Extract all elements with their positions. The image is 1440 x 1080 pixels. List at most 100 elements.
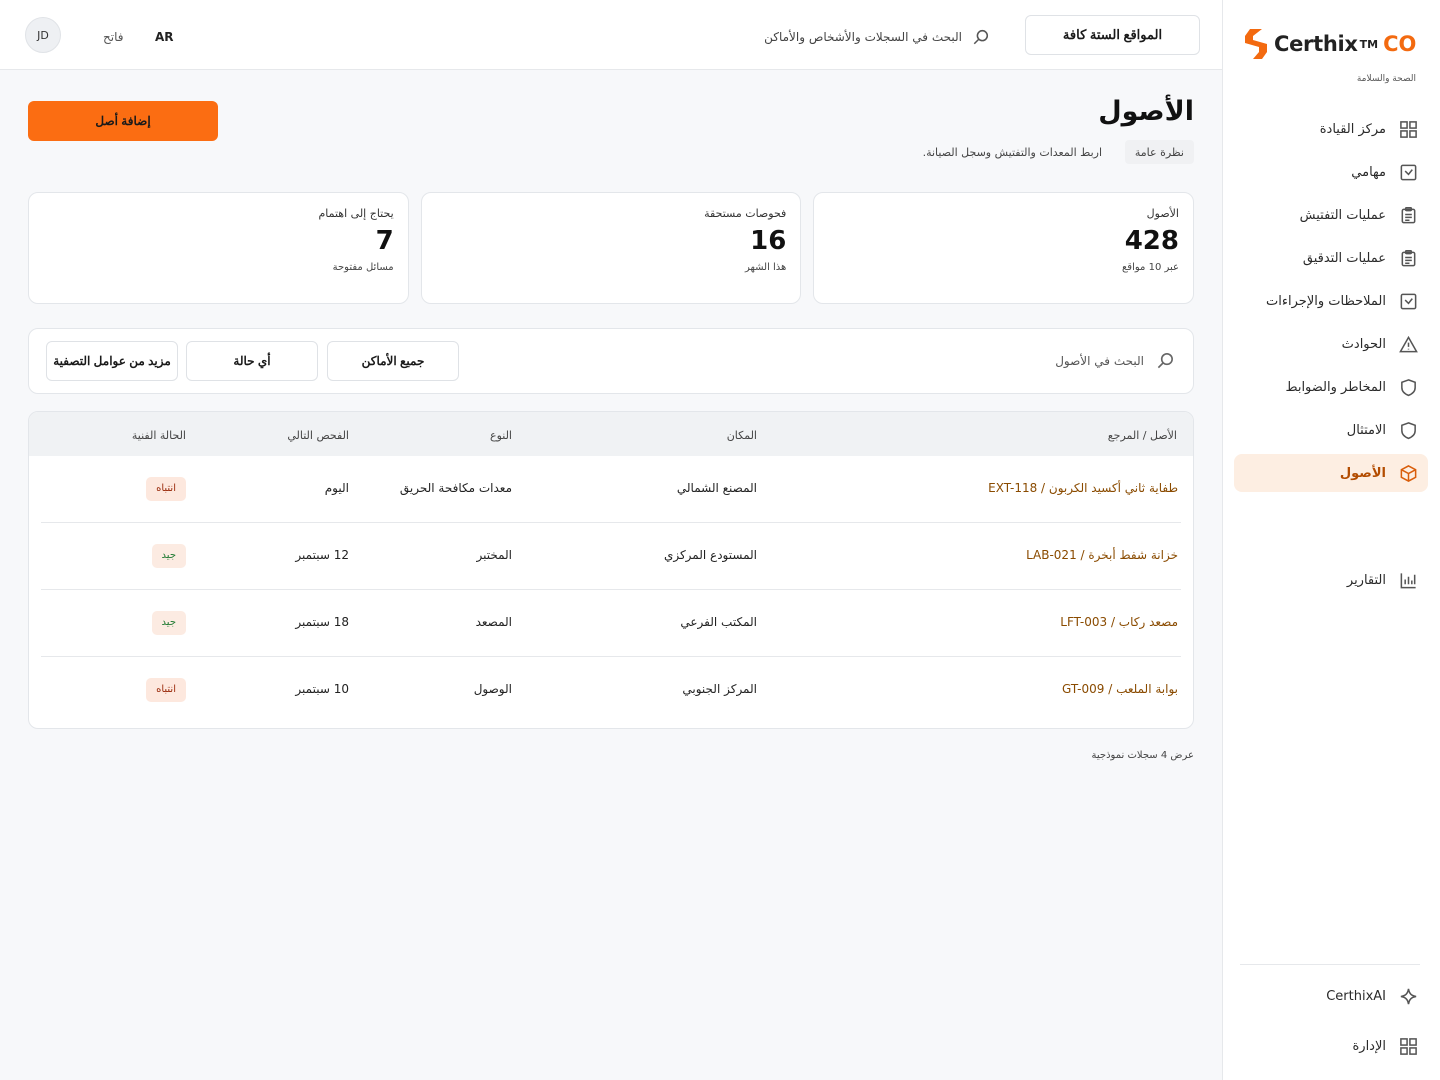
search-icon <box>973 29 989 45</box>
grid-icon <box>1398 119 1418 139</box>
sidebar-item-label: التقارير <box>1346 572 1386 588</box>
shield-icon <box>1398 420 1418 440</box>
brand-logo[interactable]: Certhix TM CO <box>1242 24 1418 64</box>
sidebar-item-label: الملاحظات والإجراءات <box>1266 293 1386 309</box>
sidebar-item-label: الإدارة <box>1352 1038 1386 1054</box>
table-header: الأصل / المرجع المكان النوع الفحص التالي… <box>29 412 1193 456</box>
column-header-place[interactable]: المكان <box>727 429 757 442</box>
brand-trademark: TM <box>1359 37 1379 51</box>
more-filters-button[interactable]: مزيد من عوامل التصفية <box>46 341 178 381</box>
asset-place: المكتب الفرعي <box>680 615 757 629</box>
all-places-filter[interactable]: جميع الأماكن <box>327 341 459 381</box>
sidebar-item-label: الامتثال <box>1346 422 1386 438</box>
avatar[interactable]: JD <box>25 17 61 53</box>
assets-table: الأصل / المرجع المكان النوع الفحص التالي… <box>28 411 1194 729</box>
sidebar-item-label: مركز القيادة <box>1319 121 1386 137</box>
sidebar-item-label: عمليات التفتيش <box>1299 207 1386 223</box>
sidebar-item-compliance[interactable]: الامتثال <box>1234 411 1428 449</box>
search-icon <box>1157 353 1173 369</box>
asset-link[interactable]: مصعد ركاب / LFT-003 <box>1060 615 1178 629</box>
asset-place: المصنع الشمالي <box>676 481 757 495</box>
asset-type: الوصول <box>473 682 512 696</box>
global-search[interactable]: البحث في السجلات والأشخاص والأماكن <box>760 22 990 52</box>
stat-label: يحتاج إلى اهتمام <box>318 207 394 220</box>
asset-search-input[interactable]: البحث في الأصول <box>1055 351 1175 370</box>
status-badge: جيد <box>151 611 186 635</box>
stat-card-due-checks: فحوصات مستحقة 16 هذا الشهر <box>420 192 802 304</box>
clipboard-icon <box>1398 248 1418 268</box>
status-badge: انتباه <box>146 477 186 501</box>
theme-toggle[interactable]: فاتح <box>103 30 123 44</box>
column-header-type[interactable]: النوع <box>490 429 512 442</box>
sidebar-item-command-center[interactable]: مركز القيادة <box>1234 110 1428 148</box>
sidebar-item-incidents[interactable]: الحوادث <box>1234 325 1428 363</box>
table-row[interactable]: طفاية ثاني أكسيد الكربون / EXT-118 المصن… <box>41 456 1181 523</box>
warning-icon <box>1398 334 1418 354</box>
filter-bar: البحث في الأصول جميع الأماكن أي حالة مزي… <box>28 328 1194 394</box>
stat-note: عبر 10 مواقع <box>1121 262 1179 273</box>
asset-next-check: 10 سبتمبر <box>295 682 349 696</box>
records-count-note: عرض 4 سجلات نموذجية <box>1091 750 1194 761</box>
any-status-filter[interactable]: أي حالة <box>186 341 318 381</box>
bar-chart-icon <box>1398 570 1418 590</box>
brand-tagline: الصحة والسلامة <box>1356 74 1416 84</box>
sidebar-item-label: المخاطر والضوابط <box>1285 379 1386 395</box>
column-header-status[interactable]: الحالة الفنية <box>132 429 186 442</box>
sidebar-item-risks[interactable]: المخاطر والضوابط <box>1234 368 1428 406</box>
asset-search-placeholder: البحث في الأصول <box>1055 353 1144 368</box>
all-sites-button[interactable]: المواقع الستة كافة <box>1025 15 1200 55</box>
sidebar-item-admin[interactable]: الإدارة <box>1240 1027 1420 1065</box>
sidebar-bottom: CerthixAI الإدارة <box>1240 964 1420 1069</box>
sidebar-item-label: مهامي <box>1351 164 1386 180</box>
global-search-placeholder: البحث في السجلات والأشخاص والأماكن <box>764 30 962 44</box>
shield-icon <box>1398 377 1418 397</box>
sidebar: Certhix TM CO الصحة والسلامة مركز القياد… <box>1222 0 1440 1080</box>
page-title: الأصول <box>1098 96 1194 127</box>
asset-next-check: اليوم <box>324 481 349 495</box>
asset-link[interactable]: بوابة الملعب / GT-009 <box>1062 682 1178 696</box>
status-cell: جيد <box>151 544 186 568</box>
brand-suffix: CO <box>1383 32 1417 56</box>
stats-row: الأصول 428 عبر 10 مواقع فحوصات مستحقة 16… <box>27 192 1194 304</box>
language-toggle[interactable]: AR <box>155 30 174 44</box>
sidebar-item-reports[interactable]: التقارير <box>1234 561 1428 599</box>
sidebar-item-inspections[interactable]: عمليات التفتيش <box>1234 196 1428 234</box>
topbar: المواقع الستة كافة البحث في السجلات والأ… <box>0 0 1222 70</box>
cube-icon <box>1398 463 1418 483</box>
page-subtitle: اربط المعدات والتفتيش وسجل الصيانة. <box>922 146 1102 159</box>
asset-type: معدات مكافحة الحريق <box>399 481 512 495</box>
certhix-logo-icon <box>1245 29 1267 59</box>
asset-place: المركز الجنوبي <box>682 682 757 696</box>
stat-card-attention: يحتاج إلى اهتمام 7 مسائل مفتوحة <box>27 192 409 304</box>
sidebar-spacer <box>1234 497 1428 561</box>
asset-link[interactable]: طفاية ثاني أكسيد الكربون / EXT-118 <box>988 481 1178 495</box>
sidebar-nav: مركز القيادة مهامي عمليات التفتيش عمليات… <box>1234 110 1428 604</box>
status-cell: انتباه <box>146 678 186 702</box>
column-header-next-check[interactable]: الفحص التالي <box>287 429 349 442</box>
sidebar-item-observations[interactable]: الملاحظات والإجراءات <box>1234 282 1428 320</box>
status-badge: جيد <box>151 544 186 568</box>
sidebar-item-label: CerthixAI <box>1326 988 1386 1004</box>
checkbox-icon <box>1398 291 1418 311</box>
sidebar-item-assets[interactable]: الأصول <box>1234 454 1428 492</box>
sidebar-item-audits[interactable]: عمليات التدقيق <box>1234 239 1428 277</box>
table-row[interactable]: مصعد ركاب / LFT-003 المكتب الفرعي المصعد… <box>41 590 1181 657</box>
grid-icon <box>1398 1036 1418 1056</box>
sidebar-item-label: الحوادث <box>1341 336 1386 352</box>
asset-link[interactable]: خزانة شفط أبخرة / LAB-021 <box>1026 548 1178 562</box>
sidebar-item-label: الأصول <box>1339 465 1386 481</box>
table-row[interactable]: بوابة الملعب / GT-009 المركز الجنوبي الو… <box>41 657 1181 724</box>
stat-value: 16 <box>750 226 787 256</box>
asset-next-check: 12 سبتمبر <box>295 548 349 562</box>
stat-note: هذا الشهر <box>744 262 787 273</box>
brand-name: Certhix <box>1274 32 1358 56</box>
table-row[interactable]: خزانة شفط أبخرة / LAB-021 المستودع المرك… <box>41 523 1181 590</box>
asset-type: المصعد <box>475 615 512 629</box>
add-asset-button[interactable]: إضافة أصل <box>28 101 218 141</box>
sidebar-item-certhixai[interactable]: CerthixAI <box>1240 977 1420 1015</box>
breadcrumb-chip[interactable]: نظرة عامة <box>1124 140 1194 164</box>
sidebar-item-my-tasks[interactable]: مهامي <box>1234 153 1428 191</box>
column-header-asset[interactable]: الأصل / المرجع <box>1108 429 1177 442</box>
clipboard-icon <box>1398 205 1418 225</box>
stat-card-assets: الأصول 428 عبر 10 مواقع <box>813 192 1194 304</box>
